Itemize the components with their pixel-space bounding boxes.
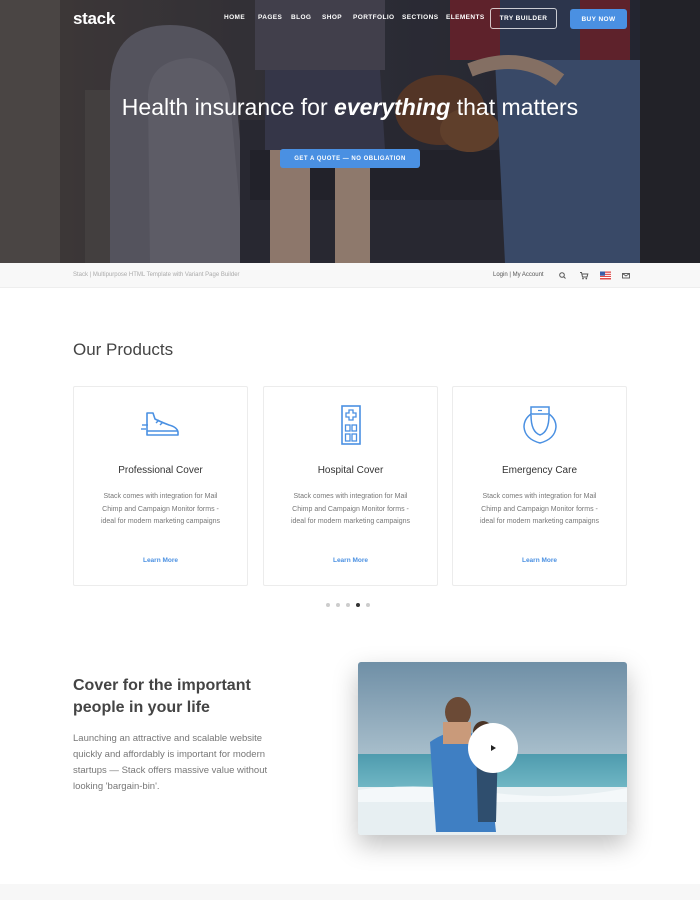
shoe-icon <box>140 412 179 436</box>
feature-text: Launching an attractive and scalable web… <box>73 733 268 792</box>
carousel-dot[interactable] <box>366 603 370 607</box>
login-link[interactable]: Login | My Account <box>493 272 544 278</box>
nav-pages[interactable]: PAGES <box>258 14 282 21</box>
learn-more-link[interactable]: Learn More <box>74 557 247 564</box>
logo[interactable]: stack <box>73 9 115 29</box>
hero-title: Health insurance for everything that mat… <box>0 94 700 121</box>
buy-now-button[interactable]: BUY NOW <box>570 9 627 29</box>
play-button[interactable] <box>468 723 518 773</box>
nav-portfolio[interactable]: PORTFOLIO <box>353 14 395 21</box>
top-nav: stack HOME PAGES BLOG SHOP PORTFOLIO SEC… <box>0 0 700 38</box>
feature-title: Cover for the important people in your l… <box>73 677 251 716</box>
try-builder-button[interactable]: TRY BUILDER <box>490 8 557 29</box>
learn-more-link[interactable]: Learn More <box>453 557 626 564</box>
utility-bar: Stack | Multipurpose HTML Template with … <box>0 263 700 288</box>
card-title: Professional Cover <box>118 465 203 476</box>
nurse-icon <box>522 406 557 444</box>
card-icon-wrap <box>74 405 247 445</box>
card-icon-wrap <box>453 405 626 445</box>
card-title: Emergency Care <box>501 465 578 476</box>
hero-title-before: Health insurance for <box>121 94 335 120</box>
card-text: Stack comes with integration for Mail Ch… <box>479 493 600 525</box>
card-icon-wrap <box>264 405 437 445</box>
carousel-dot-active[interactable] <box>356 603 360 607</box>
mail-icon[interactable] <box>621 271 631 280</box>
hero-section: stack HOME PAGES BLOG SHOP PORTFOLIO SEC… <box>0 0 700 263</box>
us-flag-icon[interactable] <box>600 271 611 280</box>
utility-tagline: Stack | Multipurpose HTML Template with … <box>73 272 240 278</box>
search-icon[interactable] <box>558 271 568 280</box>
hero-overlay <box>0 0 700 263</box>
product-card-emergency: Emergency Care Stack comes with integrat… <box>452 386 627 586</box>
carousel-dot[interactable] <box>336 603 340 607</box>
hospital-icon <box>340 405 361 445</box>
nav-sections[interactable]: SECTIONS <box>402 14 438 21</box>
product-card-professional: Professional Cover Stack comes with inte… <box>73 386 248 586</box>
card-text: Stack comes with integration for Mail Ch… <box>290 493 411 525</box>
learn-more-link[interactable]: Learn More <box>264 557 437 564</box>
nav-blog[interactable]: BLOG <box>291 14 311 21</box>
card-text: Stack comes with integration for Mail Ch… <box>100 493 221 525</box>
product-card-hospital: Hospital Cover Stack comes with integrat… <box>263 386 438 586</box>
nav-elements[interactable]: ELEMENTS <box>446 14 485 21</box>
cart-icon[interactable] <box>579 271 589 280</box>
footer-strip <box>0 884 700 900</box>
carousel-dot[interactable] <box>346 603 350 607</box>
play-icon <box>491 745 496 751</box>
hero-title-after: that matters <box>450 94 579 120</box>
products-title: Our Products <box>73 340 174 359</box>
carousel-dot[interactable] <box>326 603 330 607</box>
carousel-dots <box>326 603 370 607</box>
card-title: Hospital Cover <box>317 465 384 476</box>
get-quote-button[interactable]: GET A QUOTE — NO OBLIGATION <box>280 149 420 168</box>
nav-shop[interactable]: SHOP <box>322 14 342 21</box>
nav-home[interactable]: HOME <box>224 14 245 21</box>
hero-title-emphasis: everything <box>334 94 451 120</box>
video-thumbnail[interactable] <box>358 662 627 835</box>
